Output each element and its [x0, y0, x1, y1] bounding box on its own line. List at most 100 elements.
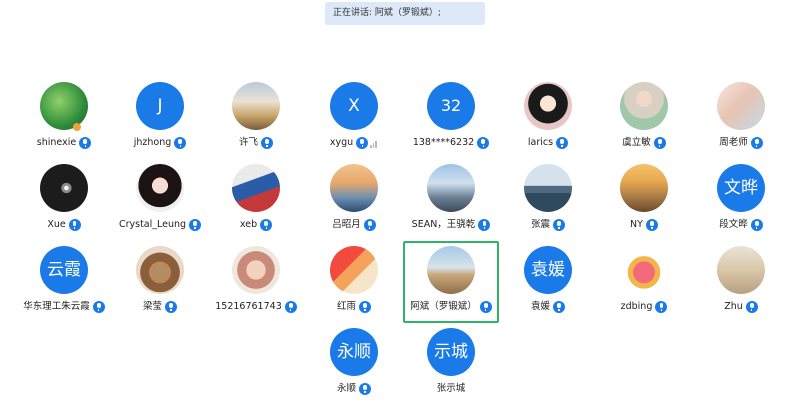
microphone-icon[interactable]: [359, 383, 371, 395]
microphone-icon[interactable]: [79, 137, 92, 149]
participant-name-row: NY: [596, 219, 692, 232]
participant-name: zdbing: [620, 301, 653, 312]
participant-name: 红雨: [336, 301, 356, 312]
participant-tile[interactable]: Zhu: [693, 246, 789, 326]
participant-name-row: 虞立敏: [596, 137, 692, 150]
microphone-icon[interactable]: [356, 137, 369, 149]
participant-name: xygu: [329, 137, 354, 148]
participant-avatar: [620, 82, 668, 130]
participant-tile[interactable]: SEAN，王骁乾: [403, 164, 499, 244]
participant-name-row: shinexie: [16, 137, 112, 150]
microphone-icon[interactable]: [479, 301, 492, 313]
participant-avatar: [427, 246, 475, 294]
participant-name-row: 红雨: [306, 301, 402, 314]
microphone-icon[interactable]: [174, 137, 187, 149]
avatar-initials: 袁媛: [531, 260, 565, 280]
participant-tile[interactable]: larics: [500, 82, 596, 162]
participant-name-row: SEAN，王骁乾: [403, 219, 499, 232]
microphone-icon[interactable]: [653, 137, 666, 149]
participant-tile[interactable]: shinexie: [16, 82, 112, 162]
participant-name: 永顺: [336, 383, 356, 394]
participant-tile[interactable]: 云霞 华东理工朱云霞: [16, 246, 112, 326]
participant-tile[interactable]: zdbing: [596, 246, 692, 326]
microphone-icon[interactable]: [261, 137, 273, 149]
participant-tile[interactable]: 周老师: [693, 82, 789, 162]
participant-avatar: 32: [427, 82, 475, 130]
microphone-icon[interactable]: [750, 137, 763, 149]
participant-name: NY: [630, 219, 643, 230]
participant-name-row: 许飞: [208, 137, 304, 150]
participant-tile[interactable]: 15216761743: [208, 246, 304, 326]
participant-avatar: [524, 82, 572, 130]
microphone-icon[interactable]: [553, 301, 565, 313]
participant-tile[interactable]: 32 138****6232: [403, 82, 499, 162]
speaking-text: 正在讲话: 阿斌（罗锻斌）;: [333, 8, 441, 18]
participant-tile[interactable]: 张震: [500, 164, 596, 244]
participant-avatar: J: [136, 82, 184, 130]
participant-name-row: 袁媛: [500, 301, 596, 314]
participant-tile[interactable]: 阿斌（罗锻斌）: [403, 241, 499, 323]
participant-avatar: [330, 164, 378, 212]
participant-name: Crystal_Leung: [118, 219, 187, 230]
microphone-icon[interactable]: [556, 137, 569, 149]
participant-tile[interactable]: 梁莹: [112, 246, 208, 326]
participant-tile[interactable]: Xxygu: [306, 82, 402, 162]
participant-avatar: 示城: [427, 328, 475, 376]
participant-tile[interactable]: Xue: [16, 164, 112, 244]
participant-avatar: [620, 246, 668, 294]
participant-avatar: [40, 82, 88, 130]
microphone-icon[interactable]: [359, 301, 371, 313]
participant-name: 周老师: [719, 137, 748, 148]
participant-tile[interactable]: 红雨: [306, 246, 402, 326]
microphone-icon[interactable]: [745, 301, 758, 313]
participant-name: Xue: [47, 219, 66, 230]
microphone-icon[interactable]: [645, 219, 658, 231]
participant-tile[interactable]: 吕昭月: [306, 164, 402, 244]
participant-name-row: 张震: [500, 219, 596, 232]
microphone-icon[interactable]: [189, 219, 202, 231]
participant-name: jhzhong: [133, 137, 172, 148]
microphone-icon[interactable]: [655, 301, 668, 313]
microphone-icon[interactable]: [260, 219, 273, 231]
participant-tile[interactable]: xeb: [208, 164, 304, 244]
participant-name-row: 吕昭月: [306, 219, 402, 232]
microphone-icon[interactable]: [477, 137, 490, 149]
participant-tile[interactable]: 袁媛 袁媛: [500, 246, 596, 326]
participant-avatar: [40, 164, 88, 212]
participant-tile[interactable]: NY: [596, 164, 692, 244]
avatar-initials: 示城: [434, 342, 468, 362]
participant-tile[interactable]: 许飞: [208, 82, 304, 162]
participant-name: Zhu: [724, 301, 743, 312]
participant-tile[interactable]: 永顺 永顺: [306, 328, 402, 408]
participant-name: 段文晔: [719, 219, 748, 230]
microphone-icon[interactable]: [284, 301, 297, 313]
microphone-icon[interactable]: [92, 301, 105, 313]
participant-tile[interactable]: 示城 张示城: [403, 328, 499, 408]
avatar-initials: X: [348, 96, 360, 116]
microphone-icon[interactable]: [478, 219, 491, 231]
participant-name-row: 段文晔: [693, 219, 789, 232]
participant-name-row: jhzhong: [112, 137, 208, 150]
avatar-initials: 永顺: [337, 342, 371, 362]
speaking-indicator: 正在讲话: 阿斌（罗锻斌）;: [325, 2, 485, 25]
microphone-icon[interactable]: [165, 301, 177, 313]
participant-name-row: zdbing: [596, 301, 692, 314]
participant-name: 15216761743: [215, 301, 282, 312]
participant-avatar: 袁媛: [524, 246, 572, 294]
microphone-icon[interactable]: [363, 219, 376, 231]
microphone-icon[interactable]: [68, 219, 81, 231]
participant-tile[interactable]: Crystal_Leung: [112, 164, 208, 244]
participant-name: xeb: [239, 219, 258, 230]
participant-name-row: 周老师: [693, 137, 789, 150]
participant-avatar: 文晔: [717, 164, 765, 212]
participant-tile[interactable]: 文晔 段文晔: [693, 164, 789, 244]
participant-tile[interactable]: Jjhzhong: [112, 82, 208, 162]
participant-tile[interactable]: 虞立敏: [596, 82, 692, 162]
participant-name: 许飞: [238, 137, 258, 148]
microphone-icon[interactable]: [750, 219, 763, 231]
participant-name: 虞立敏: [622, 137, 651, 148]
participant-avatar: [330, 246, 378, 294]
avatar-initials: 云霞: [47, 260, 81, 280]
microphone-icon[interactable]: [553, 219, 565, 231]
participant-name-row: 138****6232: [403, 137, 499, 150]
